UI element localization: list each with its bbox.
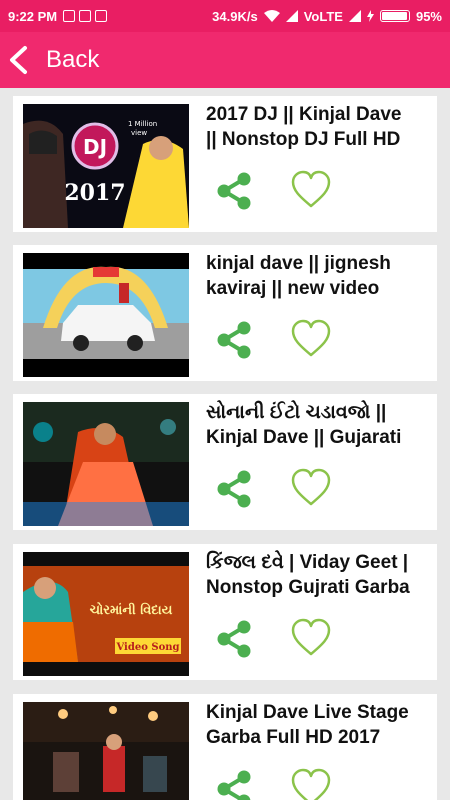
thumb-text: DJ xyxy=(83,135,107,159)
status-time: 9:22 PM xyxy=(8,8,58,24)
battery-percent: 95% xyxy=(415,8,442,24)
list-item[interactable]: DJ 2017 1 Million view 2017 DJ || Kinjal… xyxy=(13,96,437,232)
list-item[interactable]: સોનાની ઈંટો ચડાવજો || Kinjal Dave || Guj… xyxy=(13,394,437,530)
list-item[interactable]: ચોરમાંની વિદાય Video Song કિંજલ દવે | Vi… xyxy=(13,544,437,680)
favorite-heart-icon[interactable] xyxy=(289,616,333,660)
thumb-text: ચોરમાંની વિદાય xyxy=(90,601,173,618)
battery-icon xyxy=(379,10,410,22)
favorite-heart-icon[interactable] xyxy=(289,168,333,212)
video-list[interactable]: DJ 2017 1 Million view 2017 DJ || Kinjal… xyxy=(0,88,450,800)
share-icon[interactable] xyxy=(213,618,255,660)
android-icon xyxy=(95,10,108,22)
list-item[interactable]: Kinjal Dave Live Stage Garba Full HD 201… xyxy=(13,694,437,800)
notification-icon xyxy=(79,10,92,22)
share-icon[interactable] xyxy=(213,768,255,800)
favorite-heart-icon[interactable] xyxy=(289,766,333,800)
video-title[interactable]: Kinjal Dave Live Stage Garba Full HD 201… xyxy=(206,700,436,750)
network-type: VoLTE xyxy=(303,8,343,24)
notification-icon xyxy=(63,10,76,22)
app-bar: Back xyxy=(0,32,450,88)
back-button[interactable]: Back xyxy=(46,46,99,74)
video-thumbnail[interactable] xyxy=(23,253,189,377)
thumb-text: 2017 xyxy=(64,180,125,206)
charging-icon xyxy=(366,10,374,22)
list-item[interactable]: kinjal dave || jignesh kaviraj || new vi… xyxy=(13,245,437,381)
favorite-heart-icon[interactable] xyxy=(289,317,333,361)
signal-icon xyxy=(348,10,361,22)
share-icon[interactable] xyxy=(213,468,255,510)
thumb-text: 1 Million xyxy=(128,120,157,128)
favorite-heart-icon[interactable] xyxy=(289,466,333,510)
video-thumbnail[interactable] xyxy=(23,702,189,800)
battery-level xyxy=(381,12,407,20)
share-icon[interactable] xyxy=(213,170,255,212)
video-title[interactable]: કિંજલ દવે | Viday Geet | Nonstop Gujrati… xyxy=(206,550,436,600)
back-arrow-icon[interactable] xyxy=(6,45,32,75)
signal-icon xyxy=(285,10,298,22)
video-title[interactable]: 2017 DJ || Kinjal Dave || Nonstop DJ Ful… xyxy=(206,102,436,152)
thumb-text: Video Song xyxy=(115,642,179,653)
wifi-icon xyxy=(263,10,280,22)
video-title[interactable]: kinjal dave || jignesh kaviraj || new vi… xyxy=(206,251,436,301)
video-thumbnail[interactable]: DJ 2017 1 Million view xyxy=(23,104,189,228)
video-thumbnail[interactable]: ચોરમાંની વિદાય Video Song xyxy=(23,552,189,676)
share-icon[interactable] xyxy=(213,319,255,361)
thumb-text: view xyxy=(131,129,147,137)
status-bar: 9:22 PM 34.9K/s VoLTE 95% xyxy=(0,0,450,32)
video-title[interactable]: સોનાની ઈંટો ચડાવજો || Kinjal Dave || Guj… xyxy=(206,400,436,450)
network-speed: 34.9K/s xyxy=(212,8,258,24)
video-thumbnail[interactable] xyxy=(23,402,189,526)
